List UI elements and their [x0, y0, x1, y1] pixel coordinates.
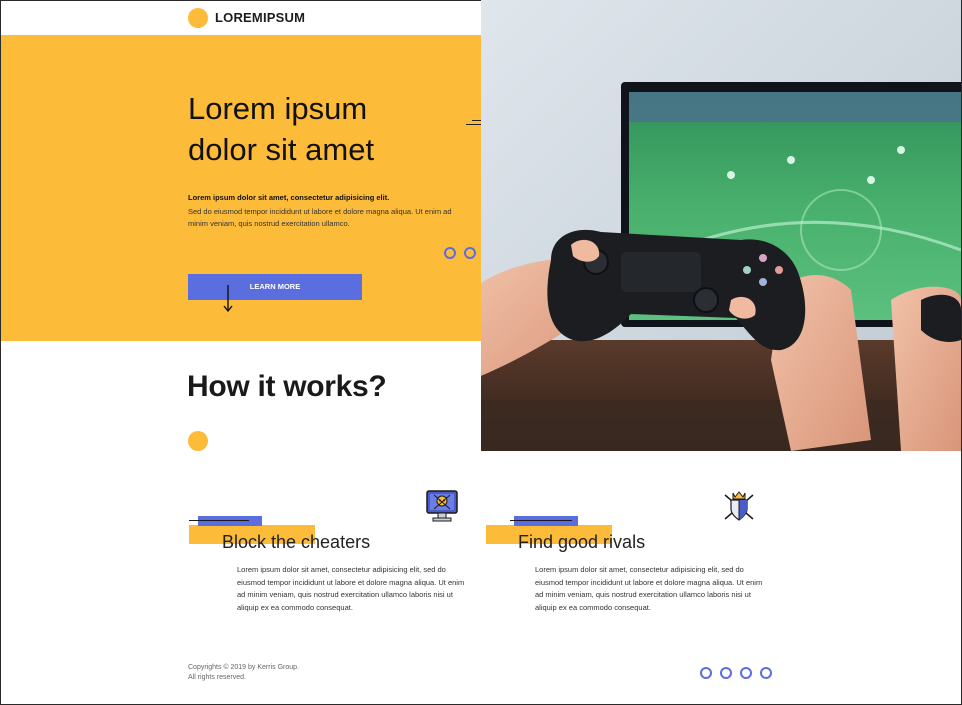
feature-highlight-blue — [198, 516, 262, 526]
feature-title: Block the cheaters — [222, 532, 371, 552]
hero-lead: Lorem ipsum dolor sit amet, consectetur … — [188, 193, 390, 202]
slider-dot[interactable] — [464, 247, 476, 259]
monitor-skull-icon — [426, 490, 458, 522]
hero-photo-gamepad — [481, 0, 961, 451]
logo-dot — [188, 8, 208, 28]
copyright: Copyrights © 2019 by Kerris Group. All r… — [188, 663, 299, 683]
section-dot — [188, 431, 208, 451]
slider-dot[interactable] — [700, 667, 712, 679]
learn-more-button[interactable]: LEARN MORE — [188, 274, 362, 300]
slider-dot[interactable] — [740, 667, 752, 679]
slider-dot[interactable] — [444, 247, 456, 259]
hero-title-line-1: Lorem ipsum — [188, 91, 368, 126]
brand-name[interactable]: LOREMIPSUM — [215, 10, 305, 25]
feature-highlight-blue — [514, 516, 578, 526]
slider-dot[interactable] — [720, 667, 732, 679]
slider-dot[interactable] — [760, 667, 772, 679]
feature-decor-line — [510, 520, 572, 521]
copyright-line-1: Copyrights © 2019 by Kerris Group. — [188, 664, 299, 671]
crowned-shield-swords-icon — [724, 491, 754, 521]
feature-body: Lorem ipsum dolor sit amet, consectetur … — [535, 565, 763, 612]
footer-slider-dots — [700, 667, 772, 679]
feature-title: Find good rivals — [518, 532, 646, 552]
hero-title: Lorem ipsum dolor sit amet — [188, 88, 468, 170]
hero-title-line-2: dolor sit amet — [188, 132, 375, 167]
copyright-line-2: All rights reserved. — [188, 674, 246, 681]
gamepad-photo-illustration — [481, 0, 961, 451]
arrow-down-icon — [223, 285, 233, 313]
section-title: How it works? — [187, 370, 387, 403]
feature-body: Lorem ipsum dolor sit amet, consectetur … — [237, 565, 465, 612]
feature-decor-line — [189, 520, 249, 521]
hero-body: Sed do eiusmod tempor incididunt ut labo… — [188, 207, 452, 228]
